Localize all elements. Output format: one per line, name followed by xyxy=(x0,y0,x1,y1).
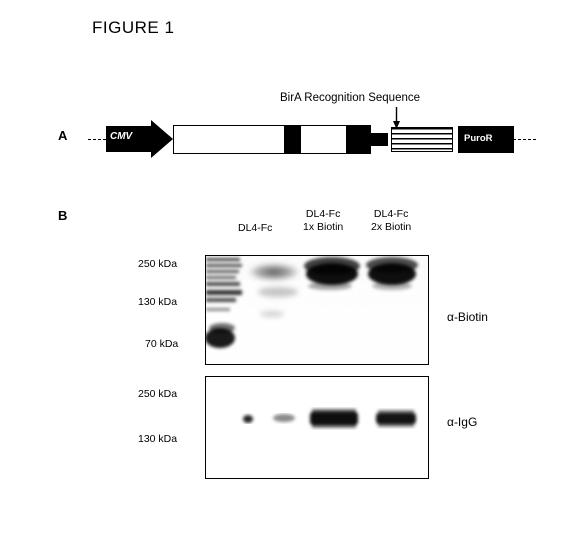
bira-recognition-sequence-label: BirA Recognition Sequence xyxy=(280,92,421,104)
lane-label-3: DL4-Fc 2x Biotin xyxy=(371,208,411,234)
construct-dashed-line-left xyxy=(88,139,106,140)
blot-bottom-image xyxy=(206,377,428,478)
puror-label: PuroR xyxy=(464,133,493,144)
lane-label-3-line2: 2x Biotin xyxy=(371,221,412,233)
blot-top-image xyxy=(206,256,428,364)
western-blot-anti-biotin xyxy=(205,255,429,365)
lane-label-1-line1: DL4-Fc xyxy=(238,222,273,234)
orf-box xyxy=(173,125,371,154)
antibody-label-anti-biotin: α-Biotin xyxy=(447,310,488,324)
antibody-label-anti-igg: α-IgG xyxy=(447,415,478,429)
cmv-promoter-arrow-head xyxy=(151,120,173,158)
mw-marker-top-130: 130 kDa xyxy=(138,296,178,308)
lane-label-2-line2: 1x Biotin xyxy=(303,221,344,233)
orf-black-segment-2 xyxy=(346,125,371,154)
mw-marker-top-70: 70 kDa xyxy=(145,338,179,350)
western-blot-anti-igg xyxy=(205,376,429,479)
striped-element-box xyxy=(391,127,453,152)
lane-label-2-line1: DL4-Fc xyxy=(305,208,341,220)
lane-label-1: DL4-Fc xyxy=(238,222,272,235)
mw-marker-top-250: 250 kDa xyxy=(138,258,178,270)
panel-a-label: A xyxy=(58,128,68,143)
construct-dashed-line-right xyxy=(513,139,536,140)
lane-label-3-line1: DL4-Fc xyxy=(373,208,409,220)
figure-title: FIGURE 1 xyxy=(92,18,175,37)
orf-black-segment-1 xyxy=(284,125,301,154)
plasmid-construct-diagram: CMV PuroR xyxy=(88,118,536,163)
lane-label-2: DL4-Fc 1x Biotin xyxy=(303,208,343,234)
bira-pointer-arrow-icon xyxy=(393,107,400,129)
linker-segment xyxy=(371,133,388,146)
cmv-promoter-label: CMV xyxy=(110,131,133,142)
panel-b-label: B xyxy=(58,208,68,223)
mw-marker-bottom-250: 250 kDa xyxy=(138,388,178,400)
mw-marker-bottom-130: 130 kDa xyxy=(138,433,178,445)
